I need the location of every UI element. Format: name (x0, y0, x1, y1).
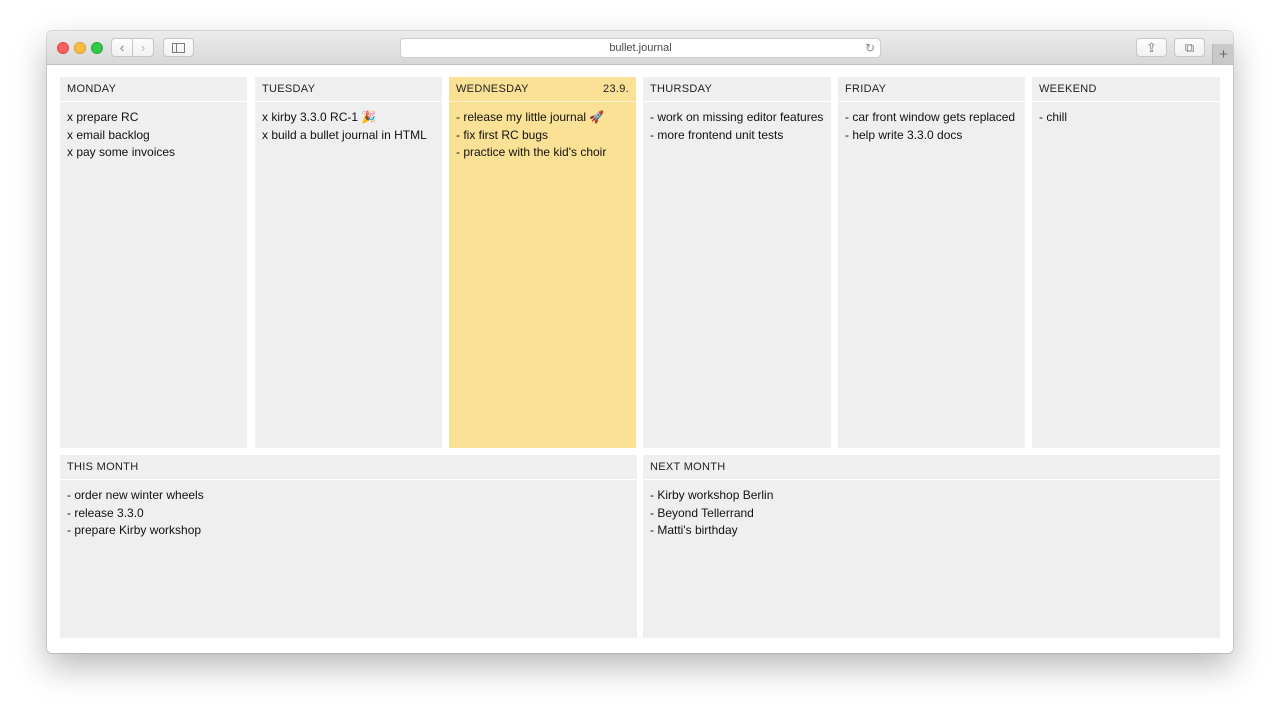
day-header: THURSDAY (643, 77, 831, 102)
month-header: THIS MONTH (60, 455, 637, 480)
task-item: x pay some invoices (67, 145, 176, 159)
task-item: - help write 3.3.0 docs (845, 127, 963, 142)
day-panel-friday: FRIDAY - car front window gets replaced … (838, 77, 1025, 448)
month-panel-next-month: NEXT MONTH - Kirby workshop Berlin - Bey… (643, 455, 1220, 638)
day-label: THURSDAY (650, 83, 713, 95)
tabs-icon: ⧉ (1184, 40, 1195, 55)
day-header: WEEKEND (1032, 77, 1220, 102)
show-tabs-button[interactable]: ⧉ (1174, 38, 1205, 57)
day-header: MONDAY (60, 77, 247, 102)
day-panel-tuesday: TUESDAY x kirby 3.3.0 RC-1 🎉 x build a b… (255, 77, 442, 448)
sidebar-toggle-button[interactable] (163, 38, 194, 57)
task-list: - chill (1032, 102, 1220, 134)
month-label: THIS MONTH (67, 461, 139, 473)
task-list: - Kirby workshop Berlin - Beyond Tellerr… (643, 480, 1220, 547)
task-list: x kirby 3.3.0 RC-1 🎉 x build a bullet jo… (255, 102, 442, 151)
address-bar[interactable]: bullet.journal ↻ (400, 38, 881, 58)
task-item: - prepare Kirby workshop (67, 523, 202, 537)
back-icon: ‹ (119, 40, 125, 55)
forward-button[interactable]: › (132, 38, 154, 57)
browser-window: ‹ › bullet.journal ↻ ⇪ ⧉ + MONDAY x prep… (47, 31, 1233, 653)
task-item: - Kirby workshop Berlin (650, 488, 774, 502)
task-item: x email backlog (67, 127, 150, 142)
day-panel-monday: MONDAY x prepare RC x email backlog x pa… (60, 77, 247, 448)
day-label: TUESDAY (262, 83, 316, 95)
task-list: - order new winter wheels - release 3.3.… (60, 480, 637, 547)
navigation-buttons: ‹ › (111, 38, 155, 57)
task-item: - release my little journal 🚀 (456, 110, 605, 124)
task-item: x kirby 3.3.0 RC-1 🎉 (262, 110, 377, 124)
task-item: - chill (1039, 110, 1068, 124)
task-item: - Matti's birthday (650, 523, 738, 537)
day-panel-wednesday: WEDNESDAY 23.9. - release my little jour… (449, 77, 636, 448)
journal-page: MONDAY x prepare RC x email backlog x pa… (47, 65, 1233, 653)
task-list: - release my little journal 🚀 - fix firs… (449, 102, 636, 169)
task-item: - car front window gets replaced (845, 110, 1016, 124)
share-icon: ⇪ (1146, 40, 1157, 55)
task-item: x build a bullet journal in HTML (262, 127, 427, 142)
day-header: TUESDAY (255, 77, 442, 102)
plus-icon: + (1219, 45, 1228, 63)
task-item: - more frontend unit tests (650, 127, 784, 142)
sidebar-icon (172, 42, 185, 53)
forward-icon: › (140, 40, 146, 55)
task-list: x prepare RC x email backlog x pay some … (60, 102, 247, 169)
new-tab-button[interactable]: + (1212, 44, 1233, 64)
month-label: NEXT MONTH (650, 461, 726, 473)
task-list: - work on missing editor features - more… (643, 102, 831, 151)
reload-icon[interactable]: ↻ (865, 41, 875, 55)
task-item: - fix first RC bugs (456, 127, 549, 142)
task-item: - order new winter wheels (67, 488, 204, 502)
day-panel-weekend: WEEKEND - chill (1032, 77, 1220, 448)
day-label: WEEKEND (1039, 83, 1097, 95)
day-label: MONDAY (67, 83, 117, 95)
day-panel-thursday: THURSDAY - work on missing editor featur… (643, 77, 831, 448)
close-window-button[interactable] (57, 42, 69, 54)
day-date: 23.9. (603, 83, 629, 95)
day-label: FRIDAY (845, 83, 887, 95)
task-item: - Beyond Tellerrand (650, 505, 754, 520)
month-panel-this-month: THIS MONTH - order new winter wheels - r… (60, 455, 637, 638)
browser-toolbar: ‹ › bullet.journal ↻ ⇪ ⧉ + (47, 31, 1233, 65)
back-button[interactable]: ‹ (111, 38, 133, 57)
share-button[interactable]: ⇪ (1136, 38, 1167, 57)
task-list: - car front window gets replaced - help … (838, 102, 1025, 151)
day-label: WEDNESDAY (456, 83, 529, 95)
minimize-window-button[interactable] (74, 42, 86, 54)
month-header: NEXT MONTH (643, 455, 1220, 480)
task-item: - practice with the kid's choir (456, 145, 607, 159)
task-item: - release 3.3.0 (67, 505, 144, 520)
task-item: x prepare RC (67, 110, 139, 124)
task-item: - work on missing editor features (650, 110, 824, 124)
day-header: WEDNESDAY 23.9. (449, 77, 636, 102)
address-text: bullet.journal (609, 42, 672, 54)
maximize-window-button[interactable] (91, 42, 103, 54)
day-header: FRIDAY (838, 77, 1025, 102)
